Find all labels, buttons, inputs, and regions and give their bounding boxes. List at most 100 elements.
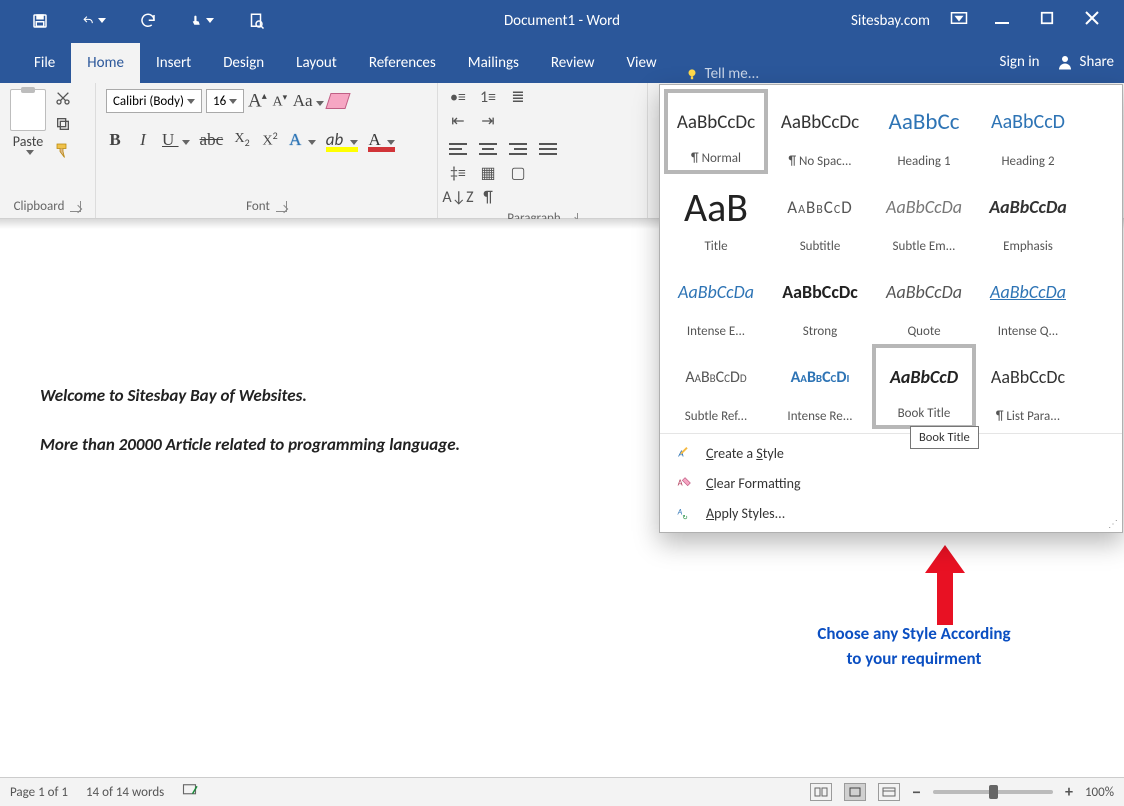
print-layout-button[interactable] xyxy=(844,783,866,801)
style-item-emphasis[interactable]: AaBbCcDaEmphasis xyxy=(976,174,1080,259)
clear-formatting-icon[interactable] xyxy=(325,93,350,109)
multilevel-button[interactable]: ≣ xyxy=(508,89,528,105)
tab-review[interactable]: Review xyxy=(535,43,611,83)
style-item-heading-1[interactable]: AaBbCcHeading 1 xyxy=(872,89,976,174)
text-effects-button[interactable]: A xyxy=(289,130,316,150)
font-color-button[interactable]: A xyxy=(368,130,395,150)
borders-button[interactable]: ▢ xyxy=(508,165,528,181)
strike-button[interactable]: abc xyxy=(200,130,224,150)
bold-button[interactable]: B xyxy=(106,130,124,150)
ribbon-display-icon[interactable] xyxy=(950,11,968,30)
style-item-quote[interactable]: AaBbCcDaQuote xyxy=(872,259,976,344)
shading-button[interactable]: ▦ xyxy=(478,165,498,181)
style-item-book-title[interactable]: AaBbCcD Book Title xyxy=(872,344,976,429)
sort-button[interactable]: A↓Z xyxy=(448,189,468,205)
increase-indent-button[interactable]: ⇥ xyxy=(478,113,498,129)
style-item-subtle-ref-[interactable]: AaBbCcDdSubtle Ref... xyxy=(664,344,768,429)
style-name-label: Heading 2 xyxy=(981,154,1075,169)
highlight-button[interactable]: ab xyxy=(326,129,359,150)
italic-button[interactable]: I xyxy=(134,130,152,150)
create-style-label: Create a Style xyxy=(706,445,784,462)
tab-home[interactable]: Home xyxy=(71,43,140,83)
style-name-label: Intense Re... xyxy=(773,409,867,424)
superscript-button[interactable]: X2 xyxy=(261,129,279,150)
tab-design[interactable]: Design xyxy=(207,43,280,83)
create-style-item[interactable]: A Create a Style xyxy=(660,438,1122,468)
zoom-slider[interactable] xyxy=(933,790,1053,794)
tab-file[interactable]: File xyxy=(18,43,71,83)
style-name-label: Book Title xyxy=(880,406,968,421)
style-item-intense-re-[interactable]: AaBbCcDiIntense Re... xyxy=(768,344,872,429)
justify-button[interactable] xyxy=(538,141,558,157)
share-button[interactable]: Share xyxy=(1056,53,1114,71)
shrink-font-button[interactable]: A▾ xyxy=(271,92,289,111)
paste-button[interactable]: Paste xyxy=(10,89,46,155)
style-item-heading-2[interactable]: AaBbCcDHeading 2 xyxy=(976,89,1080,174)
chevron-down-icon xyxy=(26,150,34,155)
svg-text:A: A xyxy=(678,479,683,489)
underline-button[interactable]: U xyxy=(162,130,190,150)
close-icon[interactable] xyxy=(1084,10,1100,31)
style-preview: AaBbCcDc xyxy=(672,97,760,147)
cut-icon[interactable] xyxy=(54,89,72,107)
document-page: Welcome to Sitesbay Bay of Websites. Mor… xyxy=(40,385,460,483)
decrease-indent-button[interactable]: ⇤ xyxy=(448,113,468,129)
line-spacing-button[interactable]: ‡≡ xyxy=(448,165,468,181)
style-preview: AaBbCcDc xyxy=(773,94,867,150)
subscript-button[interactable]: X2 xyxy=(233,131,251,149)
align-left-button[interactable] xyxy=(448,141,468,157)
clipboard-launcher[interactable] xyxy=(70,201,81,212)
font-name-select[interactable]: Calibri (Body) xyxy=(106,89,202,113)
style-item-title[interactable]: AaBTitle xyxy=(664,174,768,259)
style-name-label: Subtle Ref... xyxy=(669,409,763,424)
style-item-subtitle[interactable]: AaBbCcDSubtitle xyxy=(768,174,872,259)
word-count[interactable]: 14 of 14 words xyxy=(86,785,164,800)
style-item--no-spac-[interactable]: AaBbCcDc¶ No Spac... xyxy=(768,89,872,174)
proofing-icon[interactable] xyxy=(182,783,200,801)
tab-insert[interactable]: Insert xyxy=(140,43,207,83)
numbering-button[interactable]: 1≡ xyxy=(478,89,498,105)
style-item-intense-e-[interactable]: AaBbCcDaIntense E... xyxy=(664,259,768,344)
page-indicator[interactable]: Page 1 of 1 xyxy=(10,785,68,800)
redo-icon[interactable] xyxy=(136,9,160,33)
zoom-in-button[interactable]: + xyxy=(1065,783,1073,802)
minimize-icon[interactable] xyxy=(994,10,1010,31)
font-size-select[interactable]: 16 xyxy=(206,89,244,113)
font-launcher[interactable] xyxy=(276,201,287,212)
tab-layout[interactable]: Layout xyxy=(280,43,353,83)
read-mode-button[interactable] xyxy=(810,783,832,801)
tab-mailings[interactable]: Mailings xyxy=(452,43,535,83)
style-item-intense-q-[interactable]: AaBbCcDaIntense Q... xyxy=(976,259,1080,344)
web-layout-button[interactable] xyxy=(878,783,900,801)
clear-formatting-item[interactable]: A Clear Formatting xyxy=(660,468,1122,498)
style-preview: AaBbCcDa xyxy=(877,179,971,235)
zoom-level[interactable]: 100% xyxy=(1085,785,1114,800)
change-case-button[interactable]: Aa xyxy=(293,91,324,111)
save-icon[interactable] xyxy=(28,9,52,33)
style-preview: AaBbCcD xyxy=(880,352,968,402)
tab-references[interactable]: References xyxy=(353,43,452,83)
format-painter-icon[interactable] xyxy=(54,141,72,159)
touch-mode-icon[interactable] xyxy=(190,9,214,33)
apply-styles-item[interactable]: A↻ Apply Styles... xyxy=(660,498,1122,528)
maximize-icon[interactable] xyxy=(1040,11,1054,30)
style-item--list-para-[interactable]: AaBbCcDc¶ List Para... xyxy=(976,344,1080,429)
grow-font-button[interactable]: A▴ xyxy=(248,89,267,112)
align-right-button[interactable] xyxy=(508,141,528,157)
resize-grip-icon[interactable]: ⋰ xyxy=(1108,517,1118,530)
style-item-subtle-em-[interactable]: AaBbCcDa Subtle Em... xyxy=(872,174,976,259)
align-center-button[interactable] xyxy=(478,141,498,157)
copy-icon[interactable] xyxy=(54,115,72,133)
print-preview-icon[interactable] xyxy=(244,9,268,33)
style-name-label: Subtle Em... xyxy=(877,239,971,254)
zoom-out-button[interactable]: − xyxy=(912,781,921,803)
tell-me-search[interactable]: Tell me... xyxy=(685,65,760,83)
show-marks-button[interactable]: ¶ xyxy=(478,189,498,205)
style-item--normal[interactable]: AaBbCcDc¶ Normal xyxy=(664,89,768,174)
sign-in-link[interactable]: Sign in xyxy=(1000,53,1040,71)
clear-formatting-menu-icon: A xyxy=(676,474,694,492)
tab-view[interactable]: View xyxy=(611,43,673,83)
undo-icon[interactable] xyxy=(82,9,106,33)
style-item-strong[interactable]: AaBbCcDcStrong xyxy=(768,259,872,344)
bullets-button[interactable]: •≡ xyxy=(448,89,468,105)
